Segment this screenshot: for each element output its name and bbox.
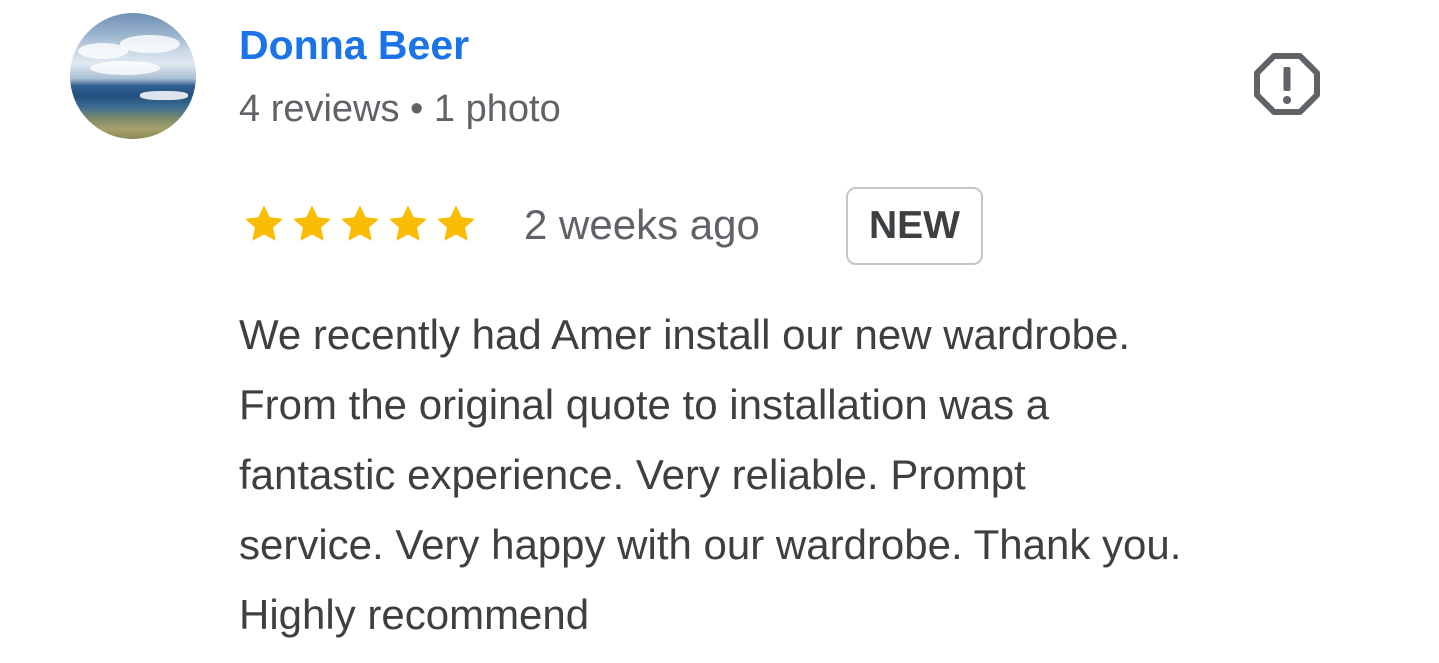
report-button[interactable] [1251, 48, 1323, 120]
star-icon [293, 205, 331, 241]
author-name[interactable]: Donna Beer [239, 22, 469, 69]
review-text-line: Highly recommend [239, 591, 590, 638]
report-octagon-icon [1254, 53, 1320, 115]
review-text: We recently had Amer install our new war… [239, 300, 1399, 650]
review-text-line: From the original quote to installation … [239, 381, 1050, 428]
review-text-line: We recently had Amer install our new war… [239, 311, 1130, 358]
new-badge: NEW [846, 187, 983, 265]
author-meta: 4 reviews • 1 photo [239, 88, 561, 130]
review-text-line: service. Very happy with our wardrobe. T… [239, 521, 1182, 568]
star-icon [437, 205, 475, 241]
review-date: 2 weeks ago [524, 201, 760, 248]
star-icon [389, 205, 427, 241]
avatar[interactable] [70, 13, 196, 139]
star-icon [341, 205, 379, 241]
review-text-line: fantastic experience. Very reliable. Pro… [239, 451, 1026, 498]
star-icon [245, 205, 283, 241]
star-rating [240, 200, 480, 248]
